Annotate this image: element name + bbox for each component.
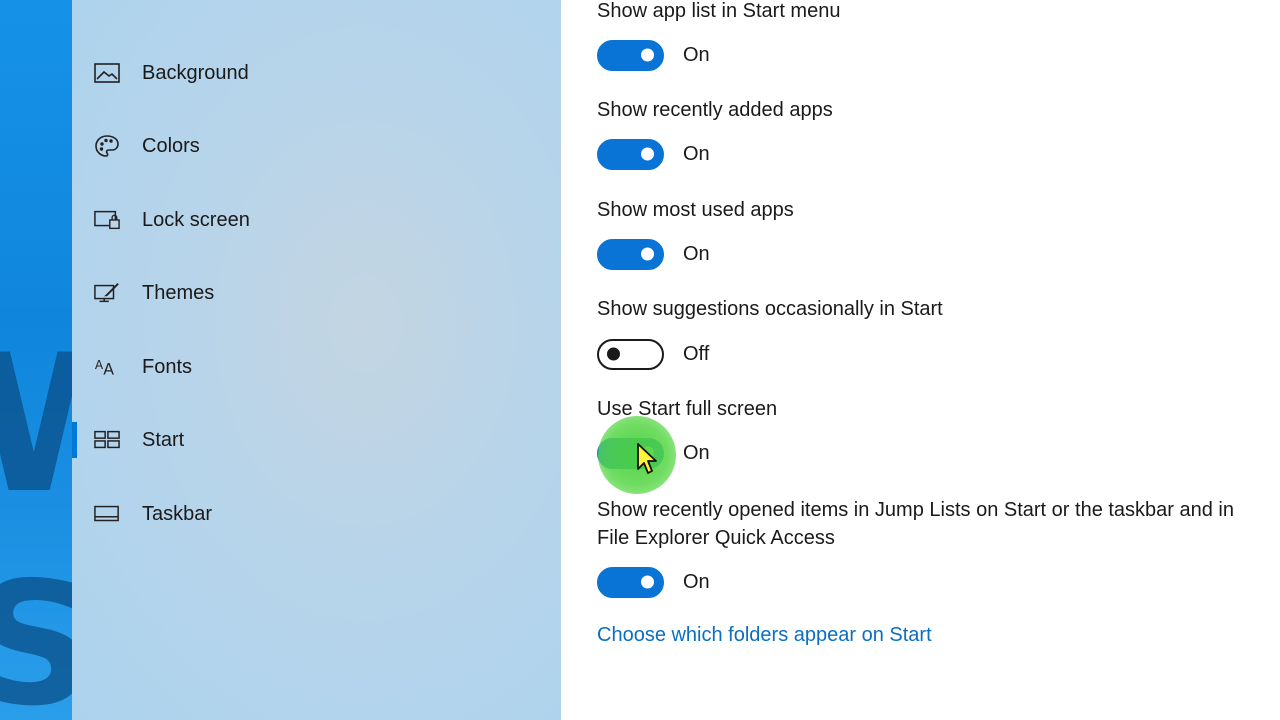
toggle-knob (607, 347, 620, 361)
toggle-knob (641, 147, 654, 161)
settings-window: W S Background Colors Lock screen (0, 0, 1280, 720)
toggle-knob (641, 247, 654, 261)
setting-show-recently-opened-items: Show recently opened items in Jump Lists… (597, 496, 1277, 552)
sidebar-item-background[interactable]: Background (72, 45, 561, 101)
toggle-row-show-suggestions: Off (597, 337, 709, 371)
setting-title: Show app list in Start menu (597, 0, 841, 22)
toggle-state-label: On (683, 570, 710, 593)
sidebar-item-label: Colors (142, 134, 200, 157)
toggle-row-show-recently-added: On (597, 137, 710, 171)
show-app-list-toggle[interactable] (597, 39, 664, 71)
sidebar-item-fonts[interactable]: AA Fonts (72, 339, 561, 395)
setting-show-most-used: Show most used apps (597, 196, 1277, 224)
setting-title: Use Start full screen (597, 398, 778, 420)
setting-show-suggestions: Show suggestions occasionally in Start (597, 295, 1277, 323)
sidebar-item-start[interactable]: Start (72, 412, 561, 468)
themes-icon (94, 282, 120, 304)
setting-title: Show recently added apps (597, 99, 833, 121)
start-icon (94, 429, 120, 451)
picture-icon (94, 62, 120, 84)
palette-icon (94, 135, 120, 157)
setting-title-line-1: Show recently opened items in Jump Lists… (597, 499, 1235, 521)
sidebar: Background Colors Lock screen Themes AA … (72, 0, 561, 720)
toggle-row-show-app-list: On (597, 38, 710, 72)
toggle-row-use-start-full-screen: On (597, 436, 710, 470)
wallpaper-decoration: S (0, 546, 72, 720)
toggle-row-show-most-used: On (597, 237, 710, 271)
show-suggestions-toggle[interactable] (597, 338, 664, 370)
show-most-used-toggle[interactable] (597, 238, 664, 270)
sidebar-item-themes[interactable]: Themes (72, 265, 561, 321)
sidebar-item-taskbar[interactable]: Taskbar (72, 486, 561, 542)
toggle-knob (641, 48, 654, 62)
setting-use-start-full-screen: Use Start full screen (597, 395, 1277, 423)
choose-folders-link[interactable]: Choose which folders appear on Start (597, 624, 932, 647)
taskbar-icon (94, 503, 120, 525)
wallpaper-decoration: W (0, 330, 72, 520)
sidebar-item-label: Lock screen (142, 208, 250, 231)
setting-title: Show most used apps (597, 199, 794, 221)
sidebar-item-label: Taskbar (142, 502, 213, 525)
sidebar-item-label: Start (142, 428, 185, 451)
sidebar-item-label: Background (142, 61, 249, 84)
toggle-state-label: On (683, 43, 710, 66)
sidebar-item-label: Themes (142, 281, 215, 304)
fonts-icon: AA (94, 356, 120, 378)
setting-show-recently-added: Show recently added apps (597, 96, 1277, 124)
show-recently-opened-items-toggle[interactable] (597, 566, 664, 598)
toggle-state-label: On (683, 242, 710, 265)
setting-show-app-list: Show app list in Start menu (597, 0, 1277, 25)
lock-screen-icon (94, 209, 120, 231)
sidebar-item-colors[interactable]: Colors (72, 118, 561, 174)
setting-title-line-2: File Explorer Quick Access (597, 527, 835, 549)
desktop-wallpaper: W S (0, 0, 72, 720)
sidebar-item-lock-screen[interactable]: Lock screen (72, 192, 561, 248)
start-settings-panel: Show app list in Start menu On Show rece… (561, 0, 1280, 720)
show-recently-added-toggle[interactable] (597, 138, 664, 170)
toggle-state-label: Off (683, 342, 710, 365)
use-start-full-screen-toggle[interactable] (597, 437, 664, 469)
toggle-state-label: On (683, 441, 710, 464)
toggle-row-show-recently-opened-items: On (597, 565, 710, 599)
setting-title: Show suggestions occasionally in Start (597, 298, 943, 320)
toggle-knob (641, 446, 654, 460)
selection-indicator (72, 422, 77, 458)
toggle-knob (641, 575, 654, 589)
toggle-state-label: On (683, 142, 710, 165)
sidebar-item-label: Fonts (142, 355, 193, 378)
svg-text:A: A (103, 359, 114, 378)
